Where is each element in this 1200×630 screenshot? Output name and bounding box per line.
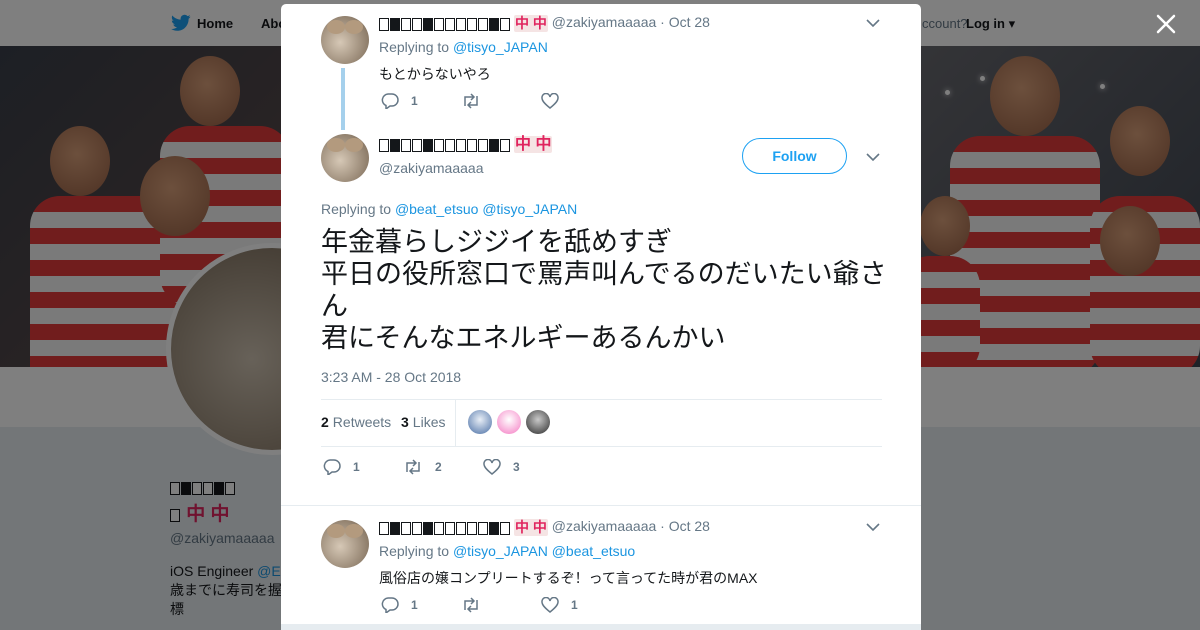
chevron-down-icon[interactable] (866, 18, 880, 28)
liker-avatar[interactable] (497, 410, 521, 434)
main-tweet-timestamp[interactable]: 3:23 AM - 28 Oct 2018 (321, 369, 461, 385)
tweet-text: もとからないやろ (379, 66, 491, 82)
retweet-icon (464, 93, 478, 109)
mahjong-tiles-icon (379, 15, 511, 32)
retweet-icon (406, 459, 420, 475)
tweet-avatar[interactable] (321, 16, 369, 64)
liker-avatar[interactable] (468, 410, 492, 434)
close-icon[interactable] (1152, 10, 1180, 38)
reply-icon (381, 93, 399, 109)
mention-link[interactable]: @tisyo_JAPAN @beat_etsuo (453, 543, 635, 559)
tweet-date[interactable]: · Oct 28 (660, 14, 710, 30)
thread-connector (341, 68, 345, 130)
heart-icon (483, 459, 501, 475)
tweet-actions: 1 (381, 93, 601, 113)
reply-tweet-avatar[interactable] (321, 520, 369, 568)
heart-icon (541, 597, 559, 613)
reply-button[interactable]: 1 (323, 459, 360, 475)
retweet-button[interactable] (461, 93, 493, 109)
tweet-stats: 2 Retweets 3 Likes (321, 399, 882, 447)
reply-icon (323, 459, 341, 475)
retweet-button[interactable] (461, 597, 493, 613)
chevron-down-icon[interactable] (866, 152, 880, 162)
mahjong-tiles-icon (379, 136, 511, 153)
tweet-handle[interactable]: @zakiyamaaaaa (552, 518, 657, 534)
tweet-handle[interactable]: @zakiyamaaaaa (552, 14, 657, 30)
main-replying-to: Replying to @beat_etsuo @tisyo_JAPAN (321, 201, 578, 217)
reply-button[interactable]: 1 (381, 93, 418, 109)
tweet-author-name[interactable]: 中 中 @zakiyamaaaaa · Oct 28 (379, 14, 710, 32)
reply-icon (381, 597, 399, 613)
follow-button[interactable]: Follow (742, 138, 847, 174)
liker-avatar[interactable] (526, 410, 550, 434)
like-button[interactable]: 3 (483, 459, 520, 475)
chevron-down-icon[interactable] (866, 522, 880, 532)
heart-icon (541, 93, 559, 109)
main-tweet-text: 年金暮らしジジイを舐めすぎ 平日の役所窓口で罵声叫んでるのだいたい爺さん 君にそ… (321, 227, 887, 353)
retweets-stat[interactable]: 2 Retweets (321, 414, 391, 430)
main-tweet-author-name[interactable]: 中 中 (379, 135, 553, 153)
reply-separator (281, 505, 921, 506)
mention-link[interactable]: @tisyo_JAPAN (453, 39, 548, 55)
replying-to: Replying to @tisyo_JAPAN (379, 39, 548, 55)
reply-button[interactable]: 1 (381, 597, 418, 613)
stats-divider (455, 400, 456, 446)
main-tweet-avatar[interactable] (321, 134, 369, 182)
reply-tweet-author-name[interactable]: 中 中 @zakiyamaaaaa · Oct 28 (379, 518, 710, 536)
likes-stat[interactable]: 3 Likes (401, 414, 445, 430)
replying-to: Replying to @tisyo_JAPAN @beat_etsuo (379, 543, 636, 559)
main-tweet-handle[interactable]: @zakiyamaaaaa (379, 160, 484, 176)
like-button[interactable] (541, 93, 571, 109)
tweet-actions: 1 1 (381, 597, 601, 617)
tweet-date[interactable]: · Oct 28 (660, 518, 710, 534)
tweet-permalink-modal: 中 中 @zakiyamaaaaa · Oct 28 Replying to @… (281, 4, 921, 630)
modal-bottom-strip (281, 624, 921, 630)
retweet-button[interactable]: 2 (403, 459, 442, 475)
like-button[interactable]: 1 (541, 597, 578, 613)
mention-link[interactable]: @beat_etsuo @tisyo_JAPAN (395, 201, 577, 217)
main-tweet-actions: 1 2 3 (323, 459, 543, 479)
retweet-icon (464, 597, 478, 613)
tweet-text: 風俗店の嬢コンプリートするぞ！って言ってた時が君のMAX (379, 570, 758, 586)
mahjong-tiles-icon (379, 519, 511, 536)
